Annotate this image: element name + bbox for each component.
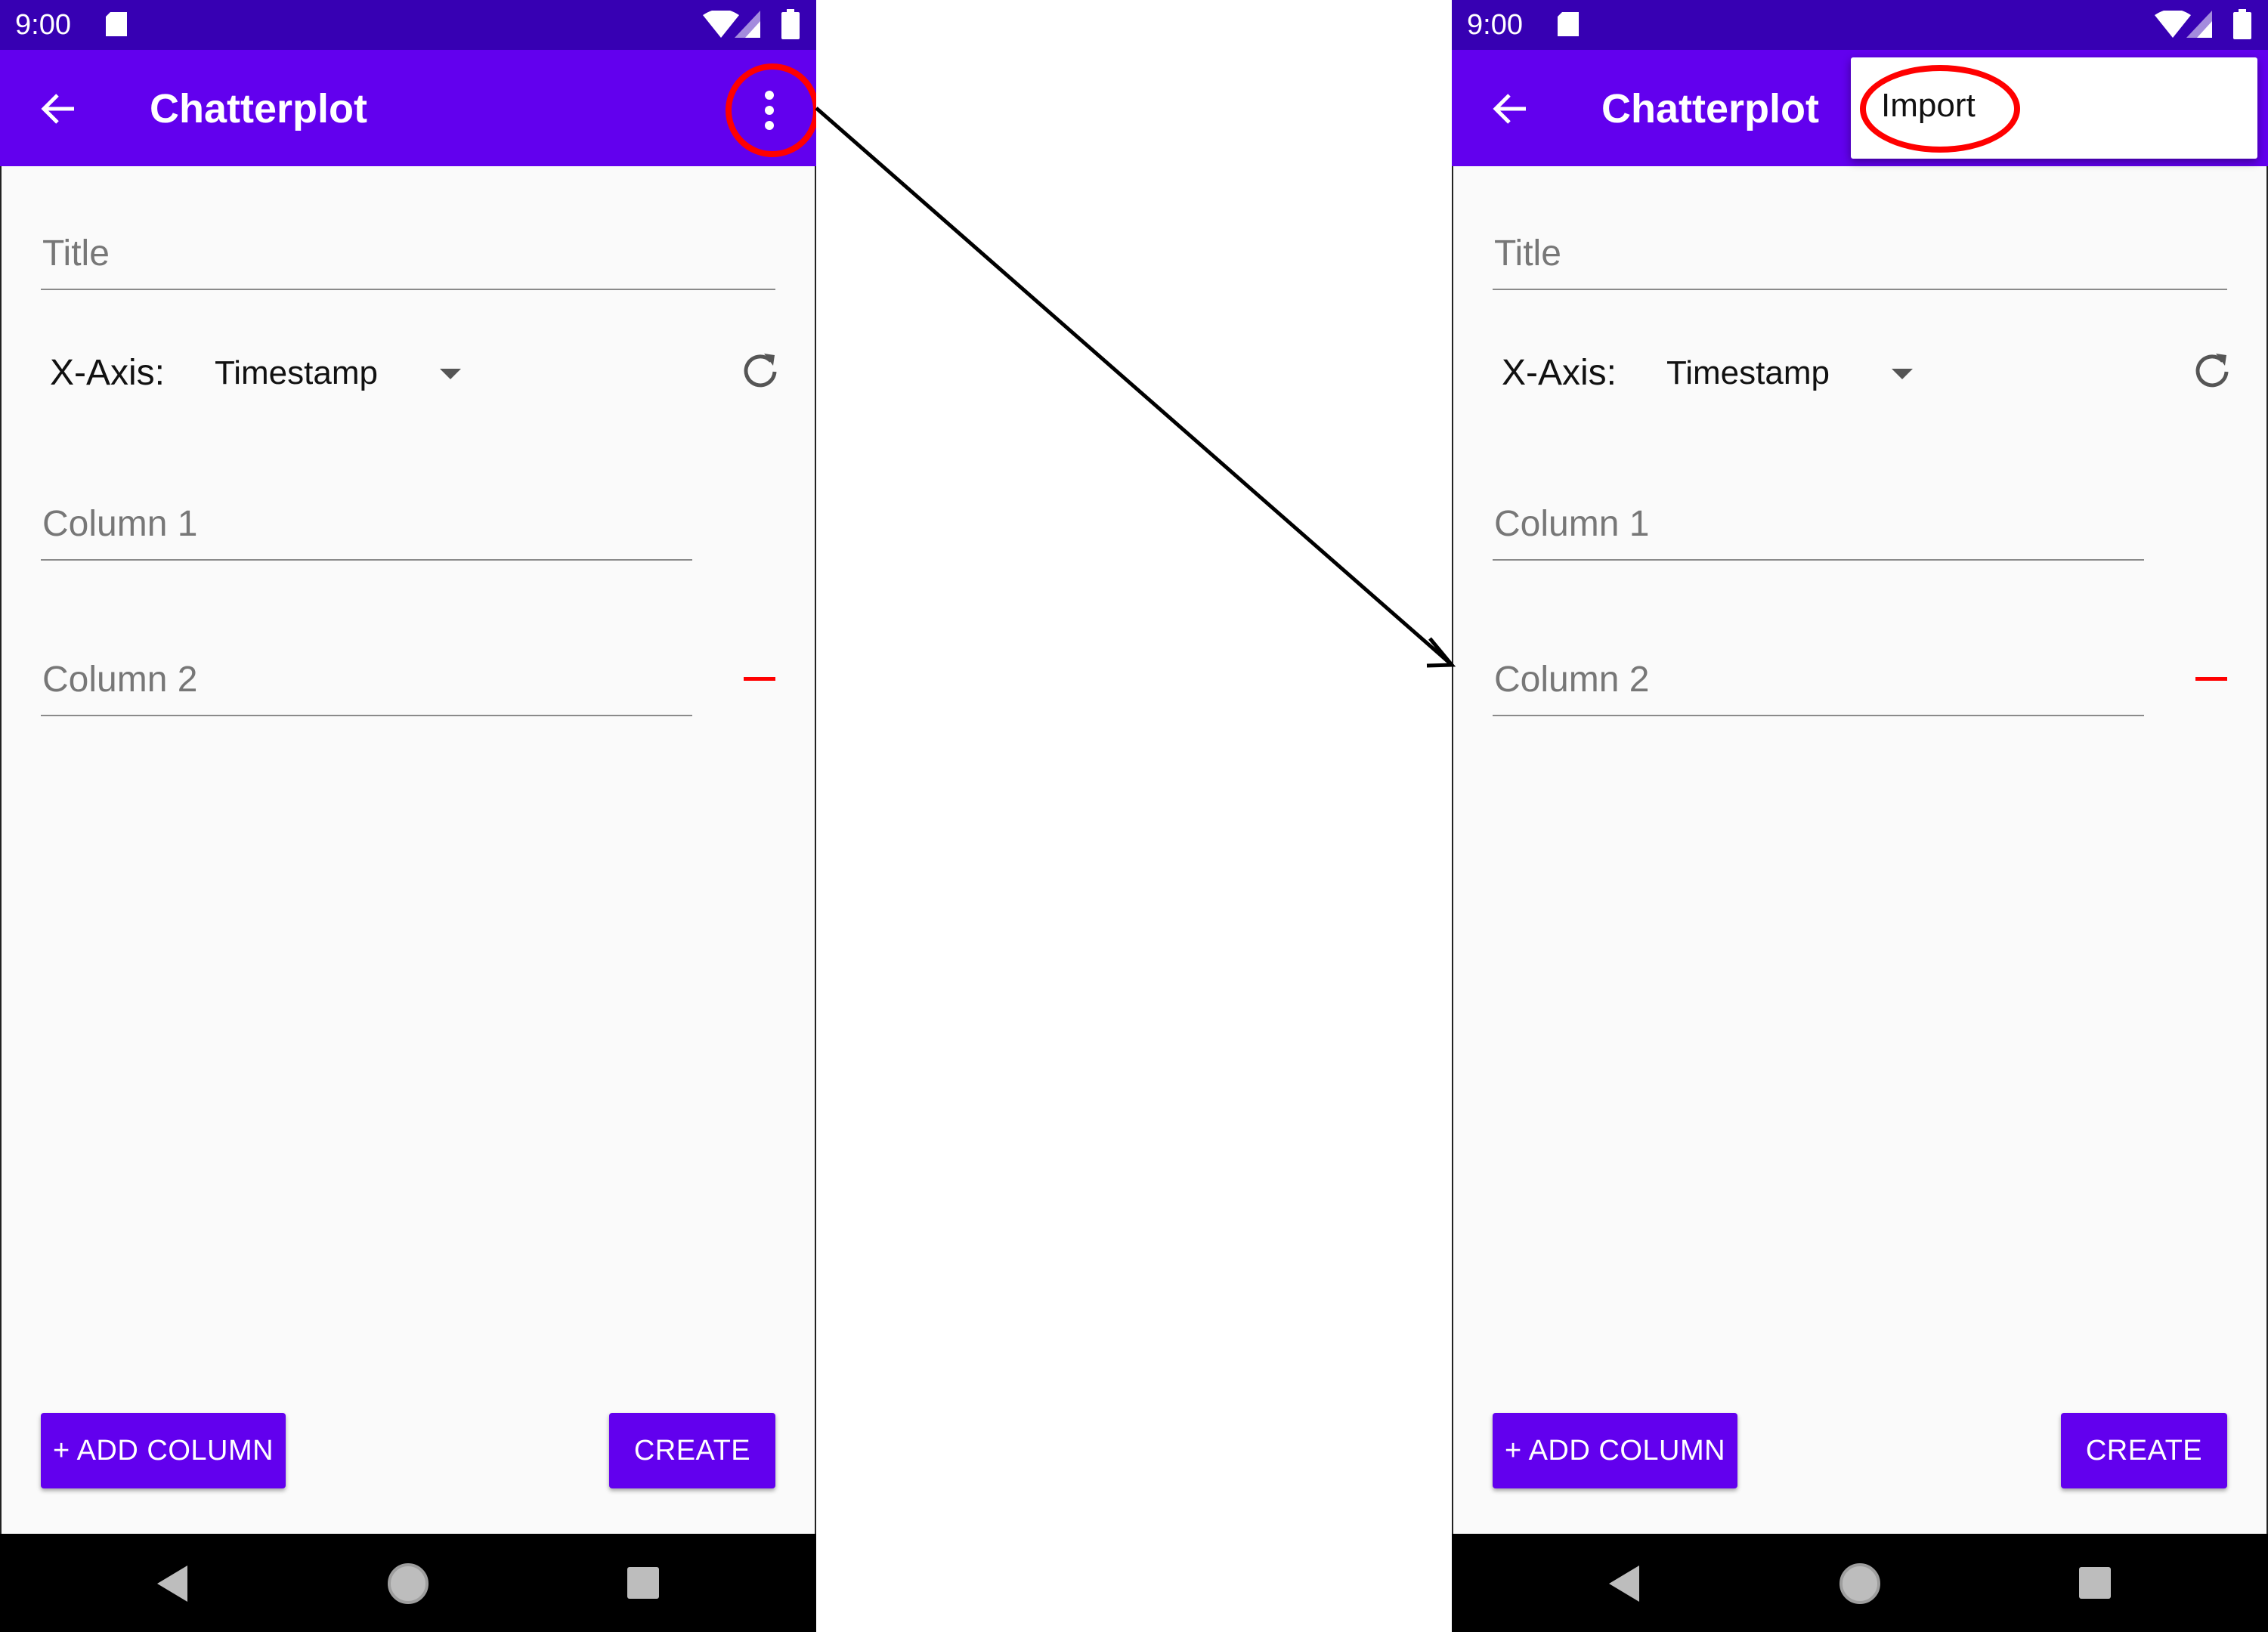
back-arrow-icon[interactable]: [38, 88, 80, 130]
refresh-icon[interactable]: [2191, 349, 2233, 391]
dropdown-caret-icon: [440, 369, 461, 379]
xaxis-selected-value: Timestamp: [215, 354, 378, 391]
xaxis-label: X-Axis:: [1502, 353, 1617, 393]
battery-icon: [2233, 9, 2251, 39]
title-placeholder: Title: [1494, 233, 1561, 274]
remove-column-icon[interactable]: [2195, 677, 2227, 681]
xaxis-dropdown[interactable]: Timestamp: [212, 345, 484, 402]
add-column-button[interactable]: + ADD COLUMN: [41, 1413, 286, 1488]
column-2-placeholder: Column 2: [42, 660, 198, 700]
phone-screen-after: 9:00 Chatterplot Import Title X-Axis: Ti…: [1452, 0, 2268, 1632]
back-arrow-icon[interactable]: [1490, 88, 1532, 130]
add-column-button[interactable]: + ADD COLUMN: [1493, 1413, 1737, 1488]
app-title: Chatterplot: [150, 86, 367, 131]
nav-home-icon[interactable]: [387, 1562, 429, 1605]
navigation-bar: [1452, 1534, 2268, 1632]
signal-icon: [2186, 11, 2212, 38]
create-button[interactable]: CREATE: [2061, 1413, 2227, 1488]
wifi-icon: [2155, 11, 2191, 38]
xaxis-selected-value: Timestamp: [1666, 354, 1830, 391]
highlight-circle-import: [1860, 65, 2020, 153]
status-bar: 9:00: [1452, 0, 2268, 50]
dropdown-caret-icon: [1892, 369, 1913, 379]
status-time: 9:00: [1467, 9, 1523, 41]
app-bar: Chatterplot: [0, 50, 816, 166]
column-2-input[interactable]: Column 2: [41, 653, 692, 716]
create-button[interactable]: CREATE: [609, 1413, 775, 1488]
column-1-input[interactable]: Column 1: [1493, 497, 2144, 561]
column-2-input[interactable]: Column 2: [1493, 653, 2144, 716]
column-1-placeholder: Column 1: [42, 504, 198, 544]
remove-column-icon[interactable]: [744, 677, 775, 681]
phone-screen-before: 9:00 Chatterplot Title X-Axis: Timestamp…: [0, 0, 816, 1632]
status-time: 9:00: [15, 9, 71, 41]
status-bar: 9:00: [0, 0, 816, 50]
xaxis-label: X-Axis:: [50, 353, 166, 393]
sd-card-icon: [1558, 12, 1579, 36]
highlight-circle-more-options: [726, 63, 816, 157]
refresh-icon[interactable]: [739, 349, 781, 391]
title-placeholder: Title: [42, 233, 110, 274]
nav-home-icon[interactable]: [1839, 1562, 1881, 1605]
title-input[interactable]: Title: [41, 227, 775, 290]
wifi-icon: [703, 11, 739, 38]
nav-back-icon[interactable]: [1606, 1564, 1642, 1603]
signal-icon: [735, 11, 760, 38]
nav-back-icon[interactable]: [154, 1564, 190, 1603]
column-1-input[interactable]: Column 1: [41, 497, 692, 561]
battery-icon: [781, 9, 800, 39]
sd-card-icon: [106, 12, 127, 36]
app-title: Chatterplot: [1601, 86, 1819, 131]
xaxis-dropdown[interactable]: Timestamp: [1663, 345, 1935, 402]
navigation-bar: [0, 1534, 816, 1632]
title-input[interactable]: Title: [1493, 227, 2227, 290]
nav-recents-icon[interactable]: [2078, 1566, 2112, 1600]
column-1-placeholder: Column 1: [1494, 504, 1650, 544]
nav-recents-icon[interactable]: [626, 1566, 661, 1600]
column-2-placeholder: Column 2: [1494, 660, 1650, 700]
